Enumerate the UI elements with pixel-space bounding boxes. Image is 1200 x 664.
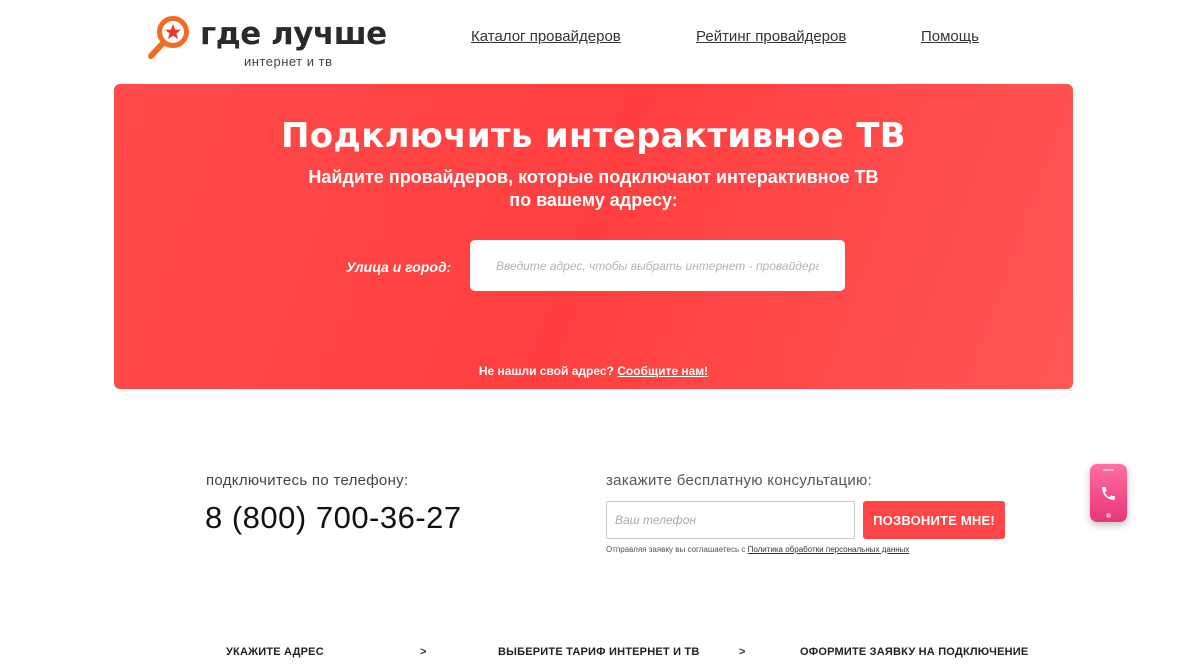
hero-subtitle: Найдите провайдеров, которые подключают … [114,166,1073,212]
privacy-policy-link[interactable]: Политика обработки персональных данных [748,545,910,554]
address-label: Улица и город: [346,259,452,275]
nav-link-help[interactable]: Помощь [921,28,979,45]
phone-label: подключитесь по телефону: [206,472,409,489]
magnifier-star-icon [148,16,189,59]
nav-link-rating[interactable]: Рейтинг провайдеров [696,28,846,45]
step-enter-address: УКАЖИТЕ АДРЕС [226,646,324,658]
step-submit-request: ОФОРМИТЕ ЗАЯВКУ НА ПОДКЛЮЧЕНИЕ [800,646,1029,658]
phone-icon [1102,487,1115,500]
call-widget-button[interactable] [1090,464,1127,522]
consult-label: закажите бесплатную консультацию: [606,472,873,489]
report-address-link[interactable]: Сообщите нам! [617,364,708,378]
logo-title: где лучше [200,16,387,52]
site-logo[interactable]: где лучше интернет и тв [146,12,387,72]
step-choose-tariff: ВЫБЕРИТЕ ТАРИФ ИНТЕРНЕТ И ТВ [498,646,700,658]
step-separator: > [420,646,427,658]
hero-banner: Подключить интерактивное ТВ Найдите пров… [114,84,1073,389]
widget-home-dot [1106,513,1111,518]
nav-link-catalog[interactable]: Каталог провайдеров [471,28,621,45]
site-header: где лучше интернет и тв Каталог провайде… [0,0,1200,80]
phone-input[interactable] [606,501,855,539]
consent-note: Отправляя заявку вы соглашаетесь с Полит… [606,545,909,554]
widget-speaker [1103,469,1114,471]
logo-subtitle: интернет и тв [244,54,333,69]
phone-number[interactable]: 8 (800) 700-36-27 [205,500,462,536]
address-input[interactable] [470,240,845,291]
call-me-button[interactable]: ПОЗВОНИТЕ МНЕ! [863,501,1005,539]
hero-subtitle-line2: по вашему адресу: [509,190,678,210]
not-found-text: Не нашли свой адрес? [478,364,614,378]
page-title: Подключить интерактивное ТВ [281,116,906,156]
hero-subtitle-line1: Найдите провайдеров, которые подключают … [308,167,879,187]
address-not-found: Не нашли свой адрес? Сообщите нам! [114,364,1073,378]
step-separator: > [739,646,746,658]
consent-text: Отправляя заявку вы соглашаетесь с [606,545,746,554]
